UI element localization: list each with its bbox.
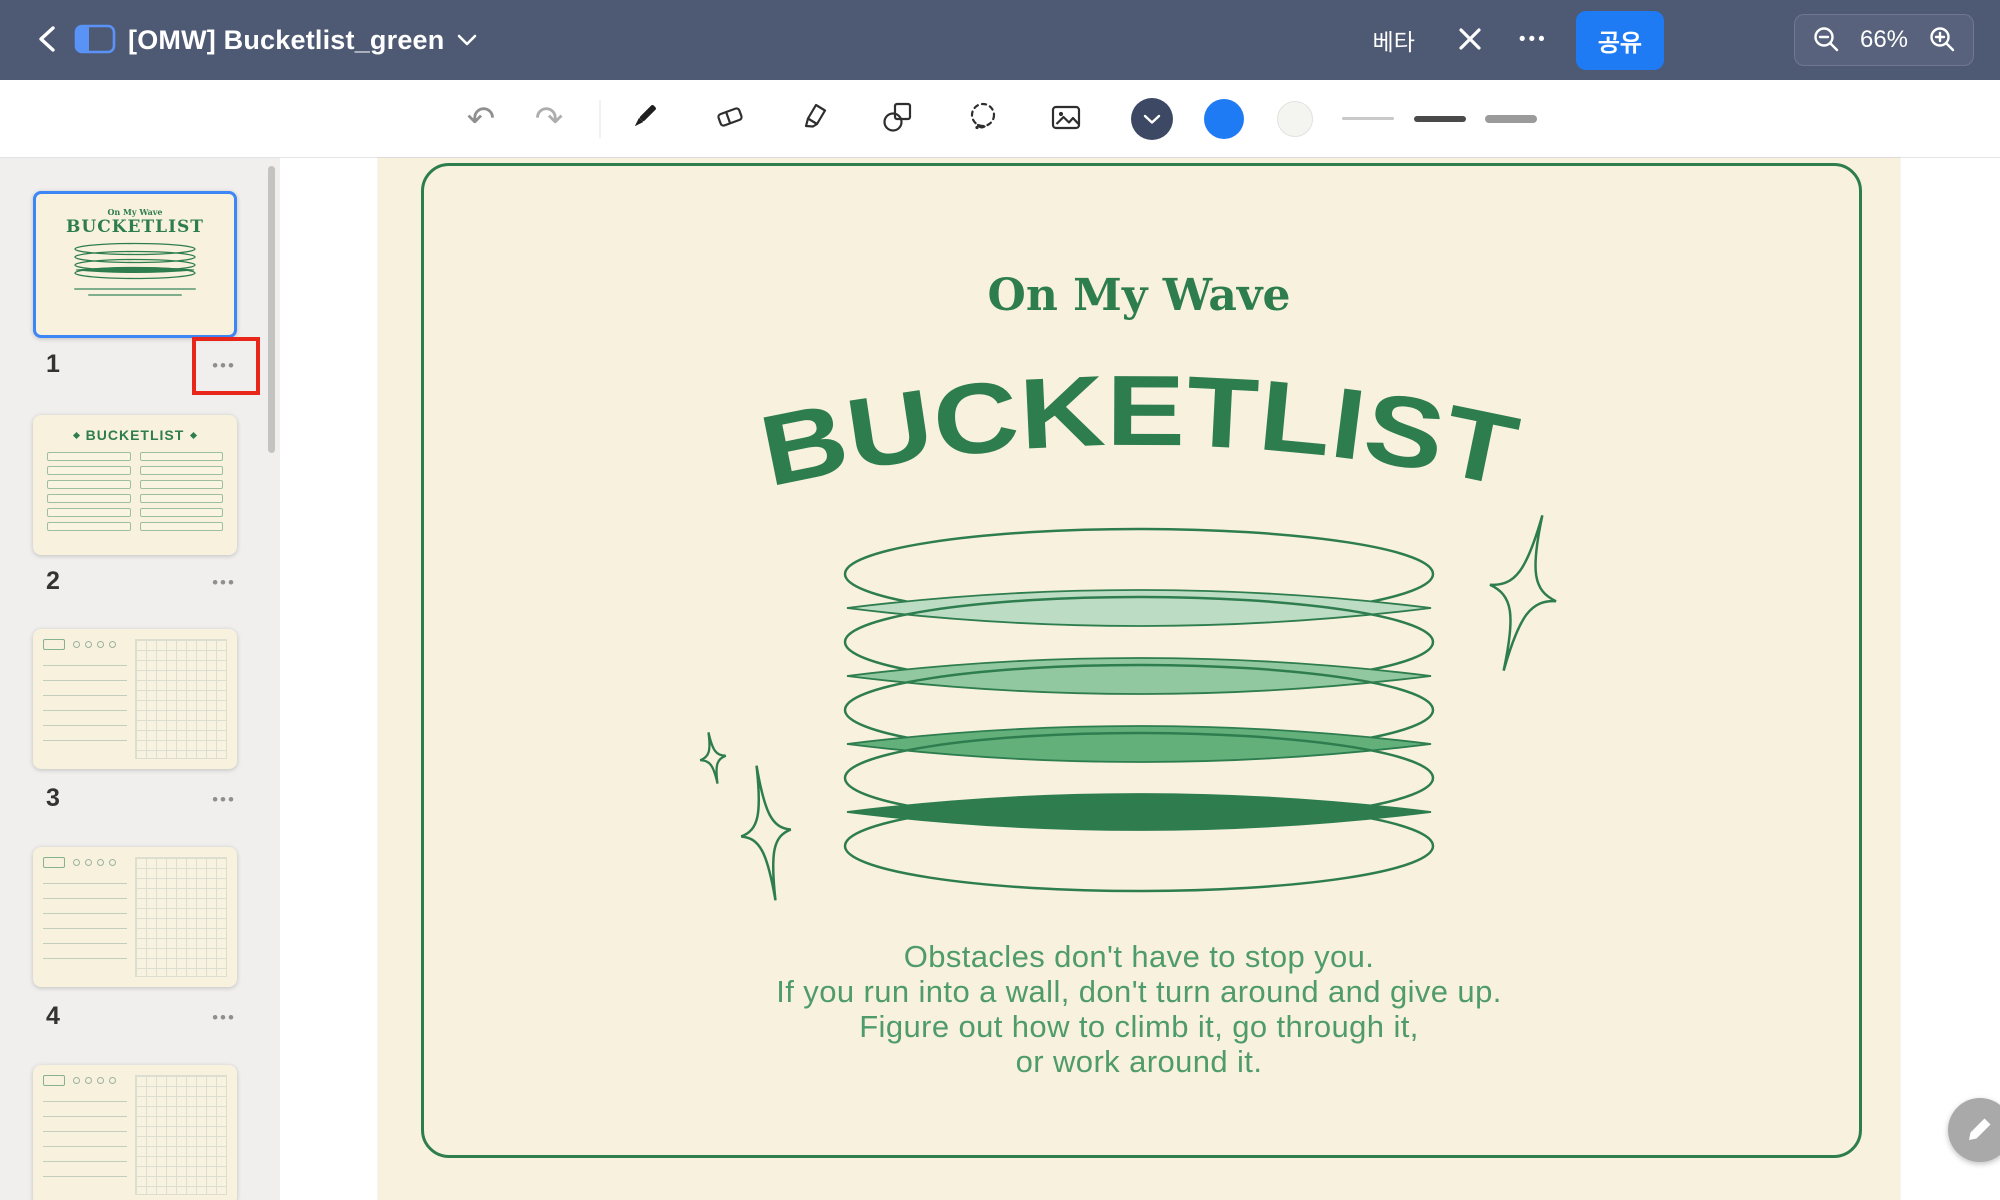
topbar-more-button[interactable]: •••: [1519, 29, 1548, 51]
color-swatch-blue-button[interactable]: [1195, 90, 1253, 148]
pen-settings-circle: [1131, 98, 1173, 140]
shape-tool-button[interactable]: [869, 90, 927, 148]
page-1-more-button[interactable]: •••: [200, 347, 248, 385]
lasso-tool-button[interactable]: [954, 90, 1012, 148]
color-swatch-light-button[interactable]: [1266, 90, 1324, 148]
eraser-icon: [712, 99, 748, 138]
top-bar: [OMW] Bucketlist_green 베타 ••• 공유 66%: [0, 0, 2000, 80]
drawing-toolbar: ↶ ↷: [0, 80, 2000, 158]
quote-line: Obstacles don't have to stop you.: [378, 939, 1900, 974]
quote-text: Obstacles don't have to stop you. If you…: [378, 939, 1900, 1079]
sidebar-panel-icon: [72, 20, 118, 61]
insert-image-button[interactable]: [1037, 90, 1095, 148]
sparkle-right-icon: [1473, 508, 1573, 688]
app-window: [OMW] Bucketlist_green 베타 ••• 공유 66%: [0, 0, 2000, 1200]
lasso-icon: [965, 99, 1001, 138]
quote-line: Figure out how to climb it, go through i…: [378, 1009, 1900, 1044]
page-thumbnail-4[interactable]: [33, 847, 237, 987]
zoom-in-button[interactable]: [1925, 23, 1959, 57]
chevron-left-icon: [29, 19, 69, 62]
thumb3-left-panel: [43, 639, 127, 759]
back-button[interactable]: [26, 17, 72, 63]
undo-button[interactable]: ↶: [452, 90, 510, 148]
sidebar-toggle-button[interactable]: [72, 17, 118, 63]
sparkle-icon: [73, 431, 80, 438]
page-thumbnail-3[interactable]: [33, 629, 237, 769]
quote-line: If you run into a wall, don't turn aroun…: [378, 974, 1900, 1009]
stroke-width-thin-button[interactable]: [1339, 90, 1397, 148]
thumb1-subtitle: On My Wave: [36, 207, 234, 217]
page-number-3: 3: [46, 784, 60, 813]
thumb4-grid-panel: [135, 857, 227, 977]
topbar-right-cluster: 베타 ••• 공유 66%: [1373, 11, 1974, 70]
canvas-area: On My Wave BUCKETLIST: [280, 158, 2000, 1200]
page-number-4: 4: [46, 1002, 60, 1031]
stroke-width-medium-button[interactable]: [1411, 90, 1469, 148]
thumb3-grid-panel: [135, 639, 227, 759]
sidebar-scrollbar[interactable]: [268, 166, 275, 453]
highlighter-tool-button[interactable]: [786, 90, 844, 148]
magnifier-minus-icon: [1810, 23, 1842, 58]
page-thumbnail-5[interactable]: [33, 1065, 237, 1200]
crossed-tools-icon: [1451, 20, 1489, 61]
document-title[interactable]: [OMW] Bucketlist_green: [128, 25, 444, 56]
page-3-more-button[interactable]: •••: [200, 781, 248, 819]
light-color-swatch: [1277, 101, 1313, 137]
blue-color-swatch: [1204, 99, 1244, 139]
coil-illustration: [839, 512, 1439, 904]
pencil-icon: [1965, 1114, 1995, 1147]
zoom-out-button[interactable]: [1809, 23, 1843, 57]
thumb1-coil-graphic: [70, 241, 200, 281]
pen-mode-toggle-button[interactable]: [1447, 17, 1493, 63]
pen-tool-button[interactable]: [615, 90, 673, 148]
page-number-2: 2: [46, 567, 60, 596]
highlighter-icon: [797, 99, 833, 138]
eraser-tool-button[interactable]: [701, 90, 759, 148]
pages-sidebar: On My Wave BUCKETLIST 1 ••• BUCKETLIST: [0, 158, 280, 1200]
thick-stroke-swatch: [1485, 115, 1537, 123]
arched-title-text: BUCKETLIST: [752, 355, 1527, 508]
thumb4-left-panel: [43, 857, 127, 977]
page-thumbnail-2[interactable]: BUCKETLIST: [33, 415, 237, 555]
quote-line: or work around it.: [378, 1044, 1900, 1079]
page-4-more-button[interactable]: •••: [200, 999, 248, 1037]
page-thumbnail-1[interactable]: On My Wave BUCKETLIST: [33, 191, 237, 338]
sparkle-icon: [190, 431, 197, 438]
zoom-level: 66%: [1857, 26, 1911, 54]
thin-stroke-swatch: [1342, 117, 1394, 120]
beta-label: 베타: [1373, 23, 1415, 57]
thumb1-caption-lines: [36, 288, 234, 296]
image-icon: [1048, 99, 1084, 138]
zoom-controls: 66%: [1794, 14, 1974, 66]
page-number-1: 1: [46, 350, 60, 379]
toolbar-divider: [600, 100, 601, 138]
chevron-down-icon: [1143, 113, 1161, 125]
thumb2-title: BUCKETLIST: [33, 427, 237, 443]
thumb5-grid-panel: [135, 1075, 227, 1195]
document-page[interactable]: On My Wave BUCKETLIST: [378, 158, 1900, 1200]
share-button[interactable]: 공유: [1576, 11, 1664, 70]
magnifier-plus-icon: [1926, 23, 1958, 58]
thumb1-title: BUCKETLIST: [36, 217, 234, 237]
stroke-width-thick-button[interactable]: [1482, 90, 1540, 148]
redo-button[interactable]: ↷: [520, 90, 578, 148]
title-dropdown-chevron-icon[interactable]: [456, 33, 478, 47]
pen-settings-button[interactable]: [1123, 90, 1181, 148]
page-subtitle: On My Wave: [378, 270, 1900, 321]
svg-text:BUCKETLIST: BUCKETLIST: [752, 355, 1527, 508]
medium-stroke-swatch: [1414, 116, 1466, 122]
thumb2-list-rows: [33, 443, 237, 531]
thumb5-left-panel: [43, 1075, 127, 1195]
pen-icon: [626, 99, 662, 138]
sparkle-left-icon: [688, 728, 808, 928]
shapes-icon: [880, 99, 916, 138]
page-2-more-button[interactable]: •••: [200, 564, 248, 602]
